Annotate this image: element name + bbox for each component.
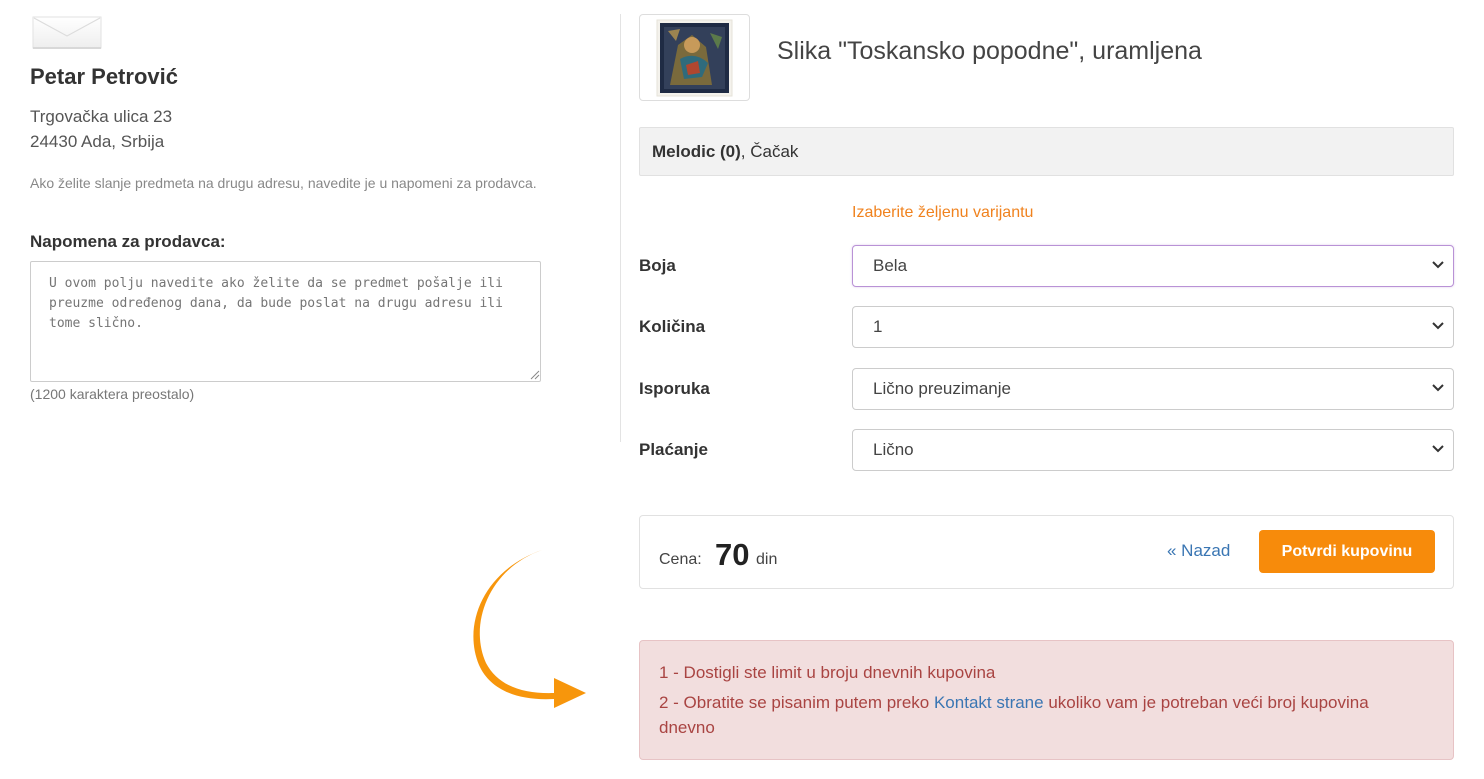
chevron-down-icon — [1432, 445, 1444, 453]
note-label: Napomena za prodavca: — [30, 232, 226, 251]
quantity-label: Količina — [639, 317, 706, 336]
quantity-select[interactable]: 1 — [852, 306, 1454, 348]
payment-select[interactable]: Lično — [852, 429, 1454, 471]
color-select[interactable]: Bela — [852, 245, 1454, 287]
seller-name[interactable]: Melodic (0) — [652, 142, 741, 161]
chevron-down-icon — [1432, 322, 1444, 330]
curved-arrow-icon — [473, 550, 586, 708]
color-label: Boja — [639, 256, 676, 275]
confirm-purchase-button[interactable]: Potvrdi kupovinu — [1259, 530, 1435, 573]
price-currency: din — [756, 551, 778, 568]
delivery-select-value: Lično preuzimanje — [873, 379, 1011, 398]
address-line-1: Trgovačka ulica 23 — [30, 107, 173, 126]
buyer-name: Petar Petrović — [30, 64, 178, 89]
chevron-down-icon — [1432, 384, 1444, 392]
variant-hint: Izaberite željenu varijantu — [852, 204, 1034, 221]
seller-separator: , — [740, 142, 751, 161]
alert-line-2-wrap: dnevno — [659, 718, 715, 737]
chevron-down-icon — [1432, 261, 1444, 269]
alert-line-2-text: 2 - Obratite se pisanim putem preko — [659, 693, 934, 712]
seller-city: Čačak — [750, 142, 799, 161]
painting-image — [656, 19, 733, 97]
payment-label: Plaćanje — [639, 440, 708, 459]
alert-line-2: 2 - Obratite se pisanim putem preko Kont… — [659, 690, 1369, 715]
price-label: Cena: — [659, 551, 702, 568]
column-divider — [620, 14, 621, 442]
delivery-select[interactable]: Lično preuzimanje — [852, 368, 1454, 410]
alert-line-2-rest: ukoliko vam je potreban veći broj kupovi… — [1043, 693, 1369, 712]
buyer-address: Trgovačka ulica 23 24430 Ada, Srbija — [30, 104, 172, 154]
price-value: 70 — [715, 537, 750, 572]
delivery-label: Isporuka — [639, 379, 710, 398]
color-select-value: Bela — [873, 256, 908, 275]
alert-line-1: 1 - Dostigli ste limit u broju dnevnih k… — [659, 663, 996, 682]
address-hint: Ako želite slanje predmeta na drugu adre… — [30, 175, 537, 191]
product-thumbnail[interactable] — [639, 14, 750, 101]
product-title: Slika "Toskansko popodne", uramljena — [777, 37, 1202, 65]
back-link[interactable]: « Nazad — [1167, 541, 1230, 561]
address-line-2: 24430 Ada, Srbija — [30, 132, 165, 151]
character-counter: (1200 karaktera preostalo) — [30, 386, 195, 402]
seller-info: Melodic (0), Čačak — [639, 127, 1454, 176]
quantity-select-value: 1 — [873, 317, 883, 336]
contact-page-link[interactable]: Kontakt strane — [934, 693, 1044, 712]
seller-note-textarea[interactable] — [30, 261, 541, 382]
envelope-icon — [32, 16, 102, 49]
resize-grip-icon[interactable] — [529, 369, 540, 380]
payment-select-value: Lično — [873, 440, 914, 459]
